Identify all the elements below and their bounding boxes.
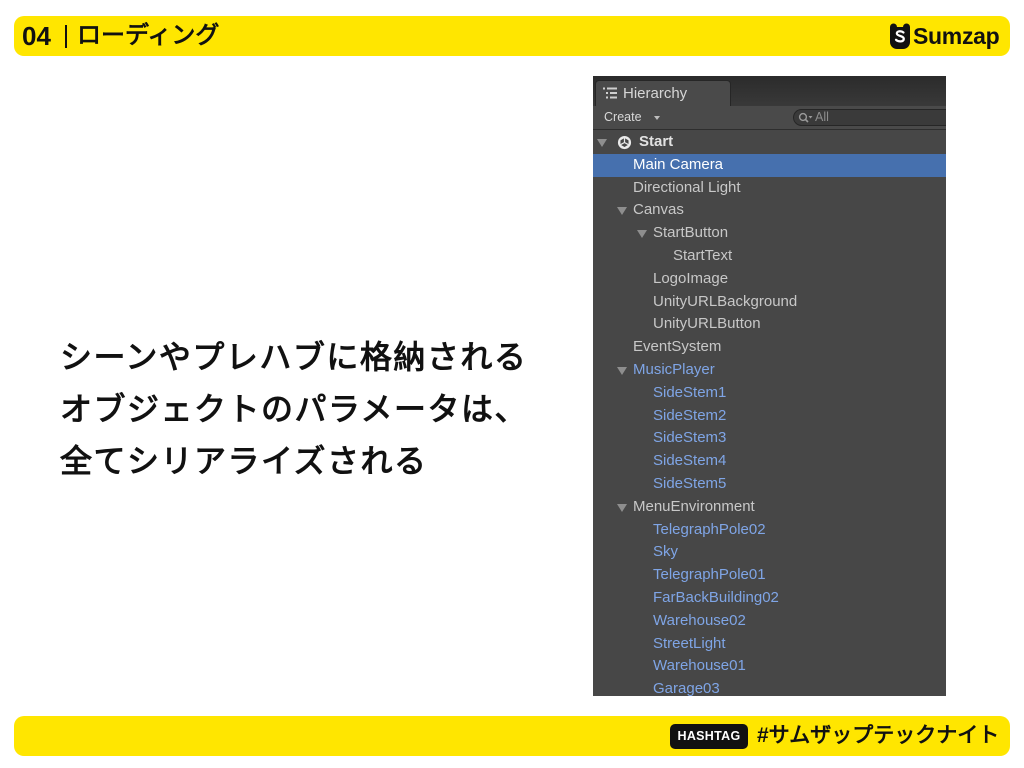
tab-label: Hierarchy (623, 85, 688, 102)
hierarchy-item[interactable]: EventSystem (593, 336, 946, 359)
hierarchy-item-label: UnityURLButton (653, 315, 761, 333)
hierarchy-item[interactable]: Canvas (593, 199, 946, 222)
hierarchy-item[interactable]: Main Camera (593, 153, 946, 177)
hierarchy-scene-row[interactable]: Start (593, 131, 946, 154)
hierarchy-item-label: TelegraphPole01 (653, 566, 766, 584)
section-number: 04 (22, 21, 51, 51)
hierarchy-item-label: Directional Light (633, 178, 741, 196)
hierarchy-item[interactable]: TelegraphPole02 (593, 519, 946, 542)
panel-tab-strip: Hierarchy (593, 76, 946, 106)
hierarchy-item[interactable]: SideStem2 (593, 405, 946, 428)
hierarchy-item[interactable]: SideStem3 (593, 427, 946, 450)
hierarchy-item[interactable]: Warehouse02 (593, 610, 946, 633)
hierarchy-item[interactable]: FarBackBuilding02 (593, 587, 946, 610)
hierarchy-item-label: SideStem5 (653, 474, 727, 492)
footer-bar: HASHTAG #サムザップテックナイト (14, 716, 1010, 756)
hierarchy-item[interactable]: LogoImage (593, 268, 946, 291)
body-line: シーンやプレハブに格納される (60, 339, 528, 375)
section-title: ローディング (77, 22, 220, 49)
unity-scene-icon (617, 135, 632, 150)
hierarchy-item-label: Start (639, 133, 674, 150)
hierarchy-list-icon (603, 87, 617, 99)
hierarchy-item-label: MenuEnvironment (633, 497, 755, 515)
foldout-expanded-icon[interactable] (617, 503, 627, 512)
hierarchy-toolbar: Create All (593, 106, 946, 130)
hierarchy-item-label: LogoImage (653, 269, 729, 287)
hierarchy-item-label: EventSystem (633, 338, 722, 356)
hierarchy-item-label: StartButton (653, 224, 729, 242)
body-line: オブジェクトのパラメータは、 (60, 391, 529, 427)
hierarchy-item-label: MusicPlayer (633, 360, 715, 378)
hierarchy-item-label: TelegraphPole02 (653, 520, 766, 538)
hierarchy-item-label: Garage03 (653, 680, 720, 696)
hierarchy-item[interactable]: StartButton (593, 222, 946, 245)
search-field[interactable]: All (793, 109, 946, 126)
title-separator (65, 25, 67, 48)
create-dropdown-button[interactable]: Create (597, 109, 661, 126)
hierarchy-item-label: Main Camera (633, 155, 724, 173)
hierarchy-item[interactable]: UnityURLBackground (593, 291, 946, 314)
hierarchy-item[interactable]: StreetLight (593, 633, 946, 656)
hierarchy-item-label: StartText (673, 246, 733, 264)
header-bar: 04 ローディング Sumzap (14, 16, 1010, 56)
search-filter-text: All (815, 110, 829, 124)
foldout-expanded-icon[interactable] (637, 230, 647, 239)
hierarchy-item[interactable]: MenuEnvironment (593, 496, 946, 519)
hierarchy-item-label: SideStem3 (653, 429, 727, 447)
sumzap-logo-icon (890, 23, 910, 49)
hierarchy-item-label: UnityURLBackground (653, 292, 798, 310)
slide-body: シーンやプレハブに格納される オブジェクトのパラメータは、 全てシリアライズされ… (60, 331, 560, 487)
sumzap-logo-text: Sumzap (913, 23, 1000, 49)
hierarchy-item-label: Sky (653, 543, 679, 561)
sumzap-logo: Sumzap (886, 16, 1006, 56)
hierarchy-item[interactable]: UnityURLButton (593, 313, 946, 336)
hierarchy-item[interactable]: SideStem5 (593, 473, 946, 496)
hierarchy-item[interactable]: TelegraphPole01 (593, 564, 946, 587)
foldout-expanded-icon[interactable] (597, 139, 607, 147)
hierarchy-item[interactable]: SideStem1 (593, 382, 946, 405)
hierarchy-item-label: Warehouse01 (653, 657, 746, 675)
hierarchy-item[interactable]: StartText (593, 245, 946, 268)
foldout-expanded-icon[interactable] (617, 207, 627, 216)
hierarchy-item[interactable]: Directional Light (593, 177, 946, 200)
tab-hierarchy[interactable]: Hierarchy (595, 80, 731, 106)
hierarchy-item[interactable]: SideStem4 (593, 450, 946, 473)
foldout-expanded-icon[interactable] (617, 366, 627, 375)
hierarchy-item[interactable]: Warehouse01 (593, 655, 946, 678)
hierarchy-item-label: FarBackBuilding02 (653, 588, 779, 606)
body-line: 全てシリアライズされる (60, 443, 428, 479)
search-icon[interactable] (798, 112, 813, 124)
hierarchy-list: Start Main Camera Directional Light Canvas S… (593, 130, 946, 696)
dropdown-arrow-icon (654, 116, 660, 120)
hierarchy-item-label: SideStem4 (653, 452, 727, 470)
hierarchy-item-label: SideStem2 (653, 406, 727, 424)
hashtag-badge: HASHTAG (670, 724, 748, 749)
hierarchy-item-label: StreetLight (653, 634, 726, 652)
hierarchy-item-label: Canvas (633, 201, 684, 219)
hierarchy-item-label: Warehouse02 (653, 611, 746, 629)
create-label: Create (604, 110, 642, 124)
hierarchy-item[interactable]: Garage03 (593, 678, 946, 696)
hierarchy-item[interactable]: Sky (593, 541, 946, 564)
hashtag-text: #サムザップテックナイト (757, 724, 1000, 747)
unity-hierarchy-panel: Hierarchy Create All Start Main Camera Dir… (593, 76, 946, 696)
hierarchy-item[interactable]: MusicPlayer (593, 359, 946, 382)
hierarchy-item-label: SideStem1 (653, 383, 727, 401)
